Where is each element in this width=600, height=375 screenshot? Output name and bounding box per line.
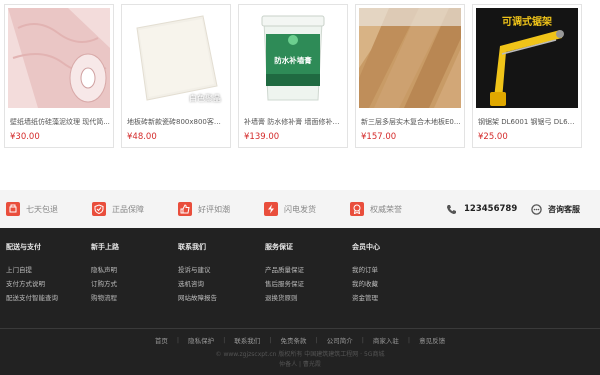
- bottom-link-home[interactable]: 首页: [155, 335, 168, 345]
- footer-heading: 会员中心: [352, 243, 380, 251]
- product-title[interactable]: 地板砖新款瓷砖800x800客厅防...: [127, 117, 227, 127]
- product-card[interactable]: 可调式锯架 钢锯架 DL6001 钢锯弓 DL600... ¥25.00: [472, 4, 582, 148]
- service-shipping[interactable]: 闪电发货: [264, 201, 316, 217]
- product-card[interactable]: 防水补墙膏 补墙膏 防水修补膏 墙面修补膏... ¥139.00: [238, 4, 348, 148]
- footer-divider: [0, 328, 600, 329]
- product-image[interactable]: 可调式锯架: [476, 8, 578, 108]
- product-price: ¥25.00: [478, 132, 508, 142]
- footer-heading: 新手上路: [91, 243, 119, 251]
- bottom-links: 首页 | 隐私保护 | 联系我们 | 免责条款 | 公司简介 | 商家入驻 | 意见反馈: [0, 335, 600, 345]
- product-title[interactable]: 补墙膏 防水修补膏 墙面修补膏...: [244, 117, 344, 127]
- bottom-link-merchant[interactable]: 商家入驻: [373, 335, 399, 345]
- footer-link[interactable]: 上门自提: [6, 263, 58, 277]
- product-card[interactable]: 壁纸墙纸仿硅藻泥纹理 现代简... ¥30.00: [4, 4, 114, 148]
- support-label: 咨询客服: [548, 204, 580, 214]
- link-separator: |: [223, 336, 226, 344]
- bottom-link-contact[interactable]: 联系我们: [234, 335, 260, 345]
- link-separator: |: [407, 336, 411, 344]
- image-caption: 白色聚晶: [189, 94, 221, 103]
- medal-icon: [350, 202, 364, 216]
- product-title[interactable]: 钢锯架 DL6001 钢锯弓 DL600...: [478, 117, 578, 127]
- link-separator: |: [361, 336, 364, 344]
- product-title[interactable]: 新三层多层实木复合木地板E0...: [361, 117, 461, 127]
- bottom-link-feedback[interactable]: 意见反馈: [419, 335, 445, 345]
- product-price: ¥48.00: [127, 132, 157, 142]
- bottom-link-privacy[interactable]: 隐私保护: [188, 335, 214, 345]
- product-image[interactable]: 白色聚晶: [125, 8, 227, 108]
- chat-icon: [531, 200, 542, 219]
- product-price: ¥139.00: [244, 132, 280, 142]
- image-caption: 可调式锯架: [502, 17, 552, 28]
- service-label: 闪电发货: [284, 204, 316, 214]
- service-honor[interactable]: 权威荣誉: [350, 201, 402, 217]
- service-label: 正品保障: [112, 204, 144, 214]
- link-separator: |: [269, 336, 272, 344]
- footer-link[interactable]: 隐私声明: [91, 263, 119, 277]
- footer-link[interactable]: 购物流程: [91, 291, 119, 305]
- footer-link[interactable]: 退换货原则: [265, 291, 304, 305]
- footer-link[interactable]: 售后服务保证: [265, 277, 304, 291]
- return-icon: [6, 202, 20, 216]
- service-label: 七天包退: [26, 204, 58, 214]
- product-image[interactable]: 防水补墙膏: [242, 8, 344, 108]
- product-price: ¥30.00: [10, 132, 40, 142]
- service-reviews[interactable]: 好评如潮: [178, 201, 230, 217]
- footer-column: 服务保证 产品质量保证 售后服务保证 退换货原则: [265, 242, 304, 305]
- service-label: 权威荣誉: [370, 204, 402, 214]
- service-bar: 七天包退 正品保障 好评如潮 闪电发货 权威荣誉 123456789 咨询客服: [0, 190, 600, 228]
- footer-heading: 联系我们: [178, 243, 206, 251]
- product-price: ¥157.00: [361, 132, 397, 142]
- product-card[interactable]: 白色聚晶 地板砖新款瓷砖800x800客厅防... ¥48.00: [121, 4, 231, 148]
- service-genuine[interactable]: 正品保障: [92, 201, 144, 217]
- copyright-text: © www.zgjzscxpt.cn 版权所有 中国建筑建筑工程网 · 5G商城: [215, 351, 385, 358]
- footer-link[interactable]: 订购方式: [91, 277, 119, 291]
- footer-link[interactable]: 产品质量保证: [265, 263, 304, 277]
- copyright: © www.zgjzscxpt.cn 版权所有 中国建筑建筑工程网 · 5G商城…: [0, 350, 600, 370]
- footer-link[interactable]: 支付方式说明: [6, 277, 58, 291]
- product-title[interactable]: 壁纸墙纸仿硅藻泥纹理 现代简...: [10, 117, 110, 127]
- footer-link[interactable]: 配送支付智能查询: [6, 291, 58, 305]
- footer-link[interactable]: 网站故障报告: [178, 291, 217, 305]
- footer-column: 新手上路 隐私声明 订购方式 购物流程: [91, 242, 119, 305]
- footer-link[interactable]: 选机咨询: [178, 277, 217, 291]
- footer-link[interactable]: 我的订单: [352, 263, 380, 277]
- support-link[interactable]: 咨询客服: [531, 201, 580, 217]
- bottom-link-disclaimer[interactable]: 免责条款: [281, 335, 307, 345]
- footer-column: 联系我们 投诉与建议 选机咨询 网站故障报告: [178, 242, 217, 305]
- link-separator: |: [176, 336, 180, 344]
- bottom-link-about[interactable]: 公司简介: [327, 335, 353, 345]
- lightning-icon: [264, 202, 278, 216]
- product-card[interactable]: 新三层多层实木复合木地板E0... ¥157.00: [355, 4, 465, 148]
- shield-icon: [92, 202, 106, 216]
- hotline[interactable]: 123456789: [446, 201, 517, 217]
- footer-column: 会员中心 我的订单 我的收藏 资金管理: [352, 242, 380, 305]
- product-row: 壁纸墙纸仿硅藻泥纹理 现代简... ¥30.00 白色聚晶 地板砖新款瓷砖800…: [0, 0, 600, 190]
- product-image[interactable]: [8, 8, 110, 108]
- phone-icon: [446, 200, 457, 219]
- image-caption: 防水补墙膏: [274, 56, 312, 65]
- footer-link[interactable]: 资金管理: [352, 291, 380, 305]
- footer-column: 配送与支付 上门自提 支付方式说明 配送支付智能查询: [6, 242, 58, 305]
- link-separator: |: [315, 336, 318, 344]
- service-return[interactable]: 七天包退: [6, 201, 58, 217]
- product-image[interactable]: [359, 8, 461, 108]
- icp-text: 仲备人 | 曹光霞: [279, 361, 321, 368]
- footer-heading: 服务保证: [265, 243, 293, 251]
- phone-number: 123456789: [464, 204, 518, 214]
- footer-link[interactable]: 投诉与建议: [178, 263, 217, 277]
- service-label: 好评如潮: [198, 204, 230, 214]
- footer-link[interactable]: 我的收藏: [352, 277, 380, 291]
- footer-heading: 配送与支付: [6, 243, 41, 251]
- thumbs-up-icon: [178, 202, 192, 216]
